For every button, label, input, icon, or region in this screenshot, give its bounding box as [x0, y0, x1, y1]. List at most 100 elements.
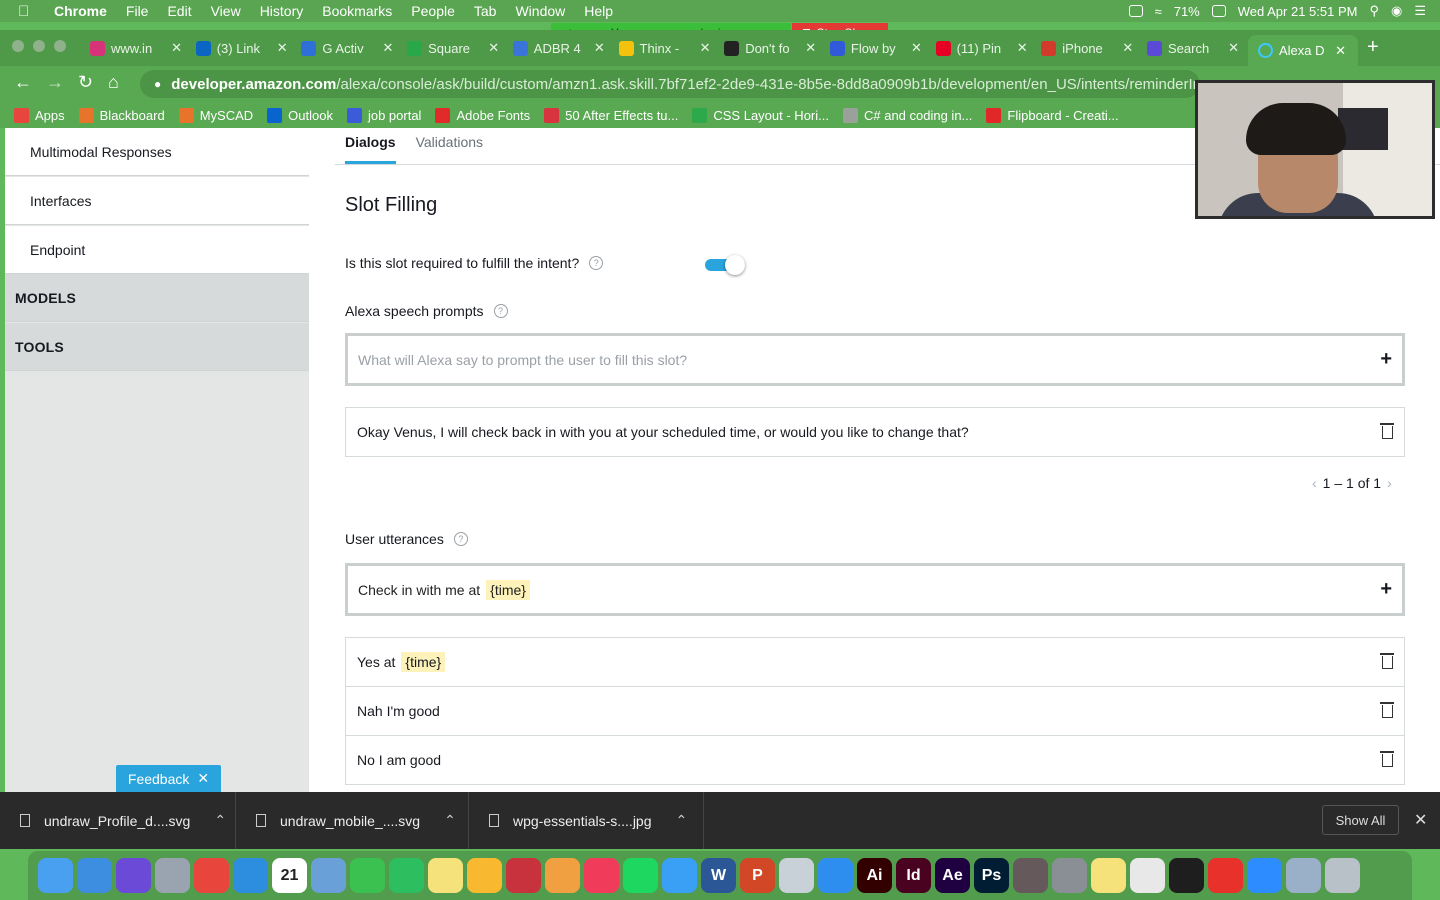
add-prompt-icon[interactable]: + — [1380, 348, 1392, 371]
bookmark[interactable]: Adobe Fonts — [435, 107, 530, 123]
forward-button[interactable]: → — [46, 72, 64, 93]
dock-stickies-icon[interactable] — [1091, 858, 1126, 893]
sidebar-group-models[interactable]: MODELS — [5, 274, 309, 322]
dock-after-effects-icon[interactable]: Ae — [935, 858, 970, 893]
dock-evernote-icon[interactable] — [389, 858, 424, 893]
menu-view[interactable]: View — [211, 3, 241, 19]
menu-bookmarks[interactable]: Bookmarks — [322, 3, 392, 19]
sidebar-item-multimodal-responses[interactable]: Multimodal Responses — [5, 128, 309, 176]
dock-zoom-icon[interactable] — [1247, 858, 1282, 893]
menu-file[interactable]: File — [126, 3, 149, 19]
tab[interactable]: iPhone ✕ — [1041, 36, 1133, 60]
tab[interactable]: Search ✕ — [1147, 36, 1239, 60]
zoom-status-icon[interactable] — [1128, 5, 1143, 17]
prompt-input[interactable]: What will Alexa say to prompt the user t… — [345, 333, 1405, 386]
sidebar-item-interfaces[interactable]: Interfaces — [5, 177, 309, 225]
download-item[interactable]: undraw_Profile_d....svg ⌃ — [0, 792, 236, 849]
dock-app-store-icon[interactable] — [818, 858, 853, 893]
menu-app[interactable]: Chrome — [54, 3, 107, 19]
tab[interactable]: (3) Link ✕ — [195, 36, 288, 60]
close-tab-icon[interactable]: ✕ — [700, 40, 711, 56]
tab[interactable]: Don't fo ✕ — [724, 36, 816, 60]
minimize-window-button[interactable] — [33, 40, 45, 52]
video-preview[interactable] — [1195, 80, 1435, 219]
control-center-icon[interactable]: ◉ — [1391, 3, 1402, 19]
dock-preview-icon[interactable] — [311, 858, 346, 893]
dock-powerpoint-icon[interactable]: P — [740, 858, 775, 893]
help-icon[interactable]: ? — [453, 532, 468, 546]
dock-photos-icon[interactable] — [545, 858, 580, 893]
dock-word-icon[interactable]: W — [701, 858, 736, 893]
trash-icon[interactable] — [1380, 701, 1394, 718]
close-tab-icon[interactable]: ✕ — [1228, 40, 1239, 56]
bookmark[interactable]: MySCAD — [178, 107, 253, 123]
dock-facetime-icon[interactable] — [350, 858, 385, 893]
dock-messenger-icon[interactable] — [662, 858, 697, 893]
close-tab-icon[interactable]: ✕ — [1017, 40, 1028, 56]
tab[interactable]: Flow by ✕ — [829, 36, 922, 60]
dock-keep-icon[interactable] — [467, 858, 502, 893]
prompt-text[interactable]: Okay Venus, I will check back in with yo… — [357, 424, 969, 440]
utterance-input[interactable]: Check in with me at {time} + — [345, 563, 1405, 616]
close-tab-icon[interactable]: ✕ — [1335, 43, 1346, 59]
dock-photo-booth-icon[interactable] — [506, 858, 541, 893]
trash-icon[interactable] — [1380, 750, 1394, 767]
dock-photoshop-icon[interactable]: Ps — [974, 858, 1009, 893]
chevron-up-icon[interactable]: ⌃ — [676, 812, 688, 829]
tab[interactable]: www.in ✕ — [90, 36, 182, 60]
tab-validations[interactable]: Validations — [416, 134, 483, 164]
dock-notes-icon[interactable] — [428, 858, 463, 893]
reload-button[interactable]: ↻ — [78, 72, 93, 93]
wifi-icon[interactable]: ≈ — [1155, 4, 1162, 19]
dock-chrome-icon[interactable] — [194, 858, 229, 893]
tab[interactable]: ADBR 4 ✕ — [512, 36, 605, 60]
tab[interactable]: (11) Pin ✕ — [935, 36, 1028, 60]
close-window-button[interactable] — [12, 40, 24, 52]
dock-messages-icon[interactable] — [38, 858, 73, 893]
tab-dialogs[interactable]: Dialogs — [345, 134, 396, 164]
menu-edit[interactable]: Edit — [167, 3, 191, 19]
utterance-text[interactable]: Yes at — [357, 654, 395, 670]
bookmark[interactable]: 50 After Effects tu... — [544, 107, 678, 123]
menu-window[interactable]: Window — [515, 3, 565, 19]
dock-launchpad-icon[interactable] — [155, 858, 190, 893]
chevron-right-icon[interactable]: › — [1387, 475, 1392, 491]
tab[interactable]: G Activ ✕ — [301, 36, 393, 60]
close-icon[interactable]: ✕ — [197, 770, 209, 787]
dock-image-capture-icon[interactable] — [1286, 858, 1321, 893]
dock-indesign-icon[interactable]: Id — [896, 858, 931, 893]
close-tab-icon[interactable]: ✕ — [382, 40, 393, 56]
help-icon[interactable]: ? — [589, 256, 604, 270]
dock-atom-icon[interactable] — [1013, 858, 1048, 893]
bookmark[interactable]: CSS Layout - Hori... — [692, 107, 829, 123]
menu-people[interactable]: People — [411, 3, 455, 19]
trash-icon[interactable] — [1380, 652, 1394, 669]
close-tab-icon[interactable]: ✕ — [911, 40, 922, 56]
add-utterance-icon[interactable]: + — [1380, 578, 1392, 601]
close-tab-icon[interactable]: ✕ — [805, 40, 816, 56]
back-button[interactable]: ← — [14, 72, 32, 93]
apple-icon[interactable]:  — [18, 3, 40, 20]
show-all-button[interactable]: Show All — [1322, 805, 1399, 835]
dock-trash-icon[interactable] — [1325, 858, 1360, 893]
address-bar[interactable]: ● developer.amazon.com /alexa/console/as… — [140, 70, 1200, 98]
search-icon[interactable]: ⚲ — [1369, 3, 1379, 19]
dock-illustrator-icon[interactable]: Ai — [857, 858, 892, 893]
dock-acrobat-icon[interactable] — [1208, 858, 1243, 893]
utterance-text[interactable]: No I am good — [357, 752, 441, 768]
required-toggle[interactable] — [705, 255, 745, 275]
bookmark[interactable]: C# and coding in... — [842, 107, 972, 123]
menu-history[interactable]: History — [260, 3, 304, 19]
download-item[interactable]: undraw_mobile_....svg ⌃ — [236, 792, 469, 849]
new-tab-button[interactable]: + — [1367, 36, 1379, 59]
dock-safari-icon[interactable] — [233, 858, 268, 893]
dock-spotify-icon[interactable] — [623, 858, 658, 893]
maximize-window-button[interactable] — [54, 40, 66, 52]
help-icon[interactable]: ? — [493, 304, 508, 318]
dock-siri-icon[interactable] — [116, 858, 151, 893]
bookmark[interactable]: Apps — [14, 107, 65, 123]
dock-music-icon[interactable] — [584, 858, 619, 893]
close-tab-icon[interactable]: ✕ — [1122, 40, 1133, 56]
close-downloads-icon[interactable]: ✕ — [1414, 810, 1427, 830]
sidebar-group-tools[interactable]: TOOLS — [5, 323, 309, 371]
